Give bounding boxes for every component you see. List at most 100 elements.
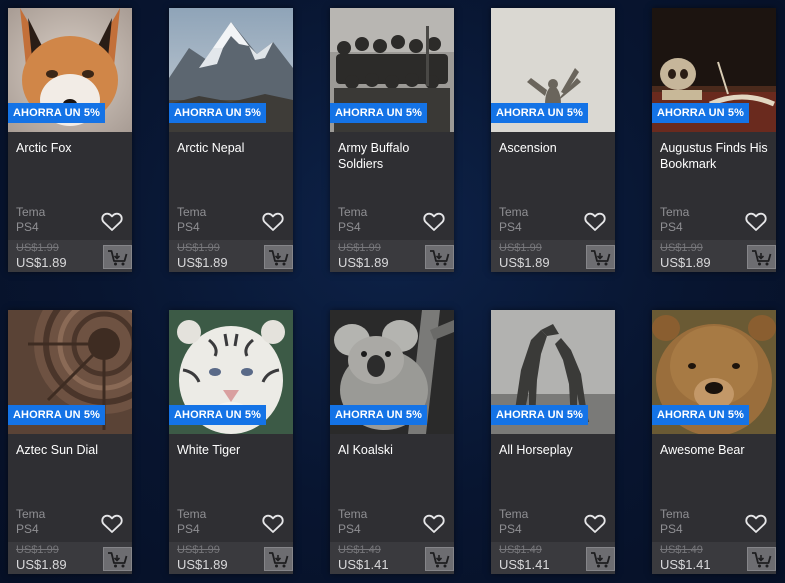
product-type: Tema [338, 507, 368, 521]
product-platform: PS4 [338, 522, 361, 536]
product-platform: PS4 [16, 522, 39, 536]
original-price: US$1.49 [499, 544, 542, 556]
heart-icon[interactable] [745, 514, 767, 534]
original-price: US$1.49 [338, 544, 381, 556]
product-platform: PS4 [499, 522, 522, 536]
original-price: US$1.99 [16, 544, 59, 556]
price-area: US$1.99 US$1.89 [652, 240, 776, 272]
discount-badge: AHORRA UN 5% [652, 405, 749, 425]
product-type: Tema [16, 507, 46, 521]
price-area: US$1.49 US$1.41 [652, 542, 776, 574]
discount-badge: AHORRA UN 5% [8, 103, 105, 123]
original-price: US$1.99 [177, 242, 220, 254]
product-title[interactable]: All Horseplay [499, 442, 611, 458]
cart-icon [269, 250, 289, 266]
product-type: Tema [499, 507, 529, 521]
product-card[interactable]: AHORRA UN 5% Aztec Sun Dial Tema PS4 US$… [8, 310, 132, 574]
price-area: US$1.99 US$1.89 [330, 240, 454, 272]
product-type: Tema [177, 205, 207, 219]
price-area: US$1.99 US$1.89 [169, 240, 293, 272]
heart-icon[interactable] [101, 514, 123, 534]
discount-badge: AHORRA UN 5% [169, 405, 266, 425]
heart-icon[interactable] [584, 514, 606, 534]
heart-icon[interactable] [101, 212, 123, 232]
product-title[interactable]: Aztec Sun Dial [16, 442, 128, 458]
add-to-cart-button[interactable] [747, 245, 776, 269]
cart-icon [108, 250, 128, 266]
sale-price: US$1.89 [16, 557, 67, 572]
price-area: US$1.99 US$1.89 [8, 240, 132, 272]
product-title[interactable]: Awesome Bear [660, 442, 772, 458]
product-card[interactable]: AHORRA UN 5% Army Buffalo Soldiers Tema … [330, 8, 454, 272]
sale-price: US$1.89 [16, 255, 67, 270]
product-platform: PS4 [499, 220, 522, 234]
discount-badge: AHORRA UN 5% [652, 103, 749, 123]
product-title[interactable]: Arctic Nepal [177, 140, 289, 156]
product-grid: AHORRA UN 5% Arctic Fox Tema PS4 US$1.99… [8, 8, 778, 574]
price-area: US$1.49 US$1.41 [491, 542, 615, 574]
heart-icon[interactable] [745, 212, 767, 232]
original-price: US$1.99 [660, 242, 703, 254]
product-type: Tema [177, 507, 207, 521]
original-price: US$1.99 [177, 544, 220, 556]
product-platform: PS4 [177, 220, 200, 234]
add-to-cart-button[interactable] [586, 245, 615, 269]
product-card[interactable]: AHORRA UN 5% Al Koalski Tema PS4 US$1.49… [330, 310, 454, 574]
add-to-cart-button[interactable] [264, 245, 293, 269]
product-platform: PS4 [16, 220, 39, 234]
sale-price: US$1.89 [660, 255, 711, 270]
product-card[interactable]: AHORRA UN 5% Arctic Fox Tema PS4 US$1.99… [8, 8, 132, 272]
discount-badge: AHORRA UN 5% [8, 405, 105, 425]
cart-icon [430, 552, 450, 568]
heart-icon[interactable] [262, 514, 284, 534]
product-title[interactable]: Augustus Finds His Bookmark [660, 140, 772, 172]
heart-icon[interactable] [423, 212, 445, 232]
discount-badge: AHORRA UN 5% [491, 405, 588, 425]
discount-badge: AHORRA UN 5% [330, 405, 427, 425]
product-platform: PS4 [177, 522, 200, 536]
product-type: Tema [660, 507, 690, 521]
price-area: US$1.99 US$1.89 [8, 542, 132, 574]
product-platform: PS4 [660, 522, 683, 536]
add-to-cart-button[interactable] [425, 547, 454, 571]
add-to-cart-button[interactable] [103, 547, 132, 571]
original-price: US$1.49 [660, 544, 703, 556]
product-title[interactable]: White Tiger [177, 442, 289, 458]
add-to-cart-button[interactable] [103, 245, 132, 269]
sale-price: US$1.41 [338, 557, 389, 572]
original-price: US$1.99 [338, 242, 381, 254]
product-title[interactable]: Ascension [499, 140, 611, 156]
sale-price: US$1.41 [499, 557, 550, 572]
product-card[interactable]: AHORRA UN 5% Augustus Finds His Bookmark… [652, 8, 776, 272]
original-price: US$1.99 [499, 242, 542, 254]
product-title[interactable]: Al Koalski [338, 442, 450, 458]
product-card[interactable]: AHORRA UN 5% Arctic Nepal Tema PS4 US$1.… [169, 8, 293, 272]
product-card[interactable]: AHORRA UN 5% Ascension Tema PS4 US$1.99 … [491, 8, 615, 272]
add-to-cart-button[interactable] [264, 547, 293, 571]
discount-badge: AHORRA UN 5% [169, 103, 266, 123]
product-title[interactable]: Arctic Fox [16, 140, 128, 156]
price-area: US$1.99 US$1.89 [169, 542, 293, 574]
sale-price: US$1.89 [177, 255, 228, 270]
product-card[interactable]: AHORRA UN 5% All Horseplay Tema PS4 US$1… [491, 310, 615, 574]
add-to-cart-button[interactable] [586, 547, 615, 571]
cart-icon [108, 552, 128, 568]
cart-icon [591, 250, 611, 266]
price-area: US$1.49 US$1.41 [330, 542, 454, 574]
sale-price: US$1.89 [499, 255, 550, 270]
add-to-cart-button[interactable] [747, 547, 776, 571]
discount-badge: AHORRA UN 5% [491, 103, 588, 123]
product-title[interactable]: Army Buffalo Soldiers [338, 140, 450, 172]
product-card[interactable]: AHORRA UN 5% Awesome Bear Tema PS4 US$1.… [652, 310, 776, 574]
cart-icon [752, 250, 772, 266]
product-type: Tema [338, 205, 368, 219]
heart-icon[interactable] [262, 212, 284, 232]
heart-icon[interactable] [423, 514, 445, 534]
discount-badge: AHORRA UN 5% [330, 103, 427, 123]
product-type: Tema [16, 205, 46, 219]
product-type: Tema [660, 205, 690, 219]
product-card[interactable]: AHORRA UN 5% White Tiger Tema PS4 US$1.9… [169, 310, 293, 574]
add-to-cart-button[interactable] [425, 245, 454, 269]
heart-icon[interactable] [584, 212, 606, 232]
sale-price: US$1.89 [338, 255, 389, 270]
